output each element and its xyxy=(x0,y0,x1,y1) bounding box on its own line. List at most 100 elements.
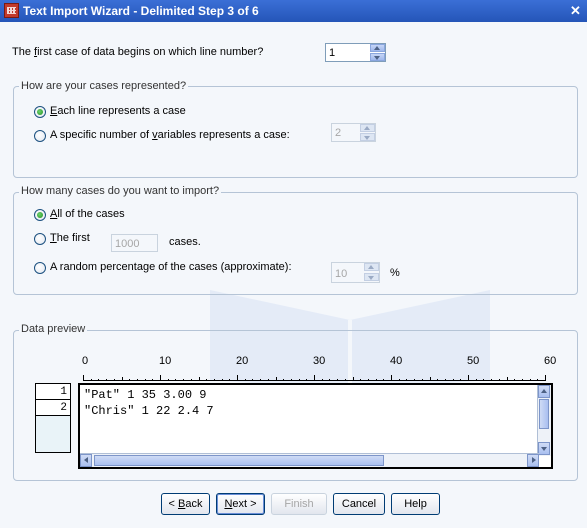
ruler-label: 0 xyxy=(82,355,89,367)
ruler-tick xyxy=(152,379,154,381)
vertical-scroll-thumb[interactable] xyxy=(539,399,549,429)
spin-up-button[interactable] xyxy=(360,124,375,132)
ruler-label: 10 xyxy=(159,355,172,367)
back-button[interactable]: < Back xyxy=(161,493,210,515)
column-ruler: 0 10 20 30 40 50 60 xyxy=(82,355,556,381)
ruler-tick xyxy=(175,379,177,381)
row-number: 1 xyxy=(36,384,70,400)
ruler-tick xyxy=(506,377,508,381)
ruler-tick xyxy=(491,379,493,381)
ruler-tick xyxy=(444,379,446,381)
preview-row: "Pat" 1 35 3.00 9 xyxy=(84,388,207,402)
ruler-tick xyxy=(414,379,416,381)
title-bar: Text Import Wizard - Delimited Step 3 of… xyxy=(0,0,587,22)
ruler-tick xyxy=(406,379,408,381)
specific-variables-label: A specific number of variables represent… xyxy=(50,129,290,141)
random-percentage-value: 10 xyxy=(335,268,348,280)
ruler-tick xyxy=(321,379,323,381)
ruler-tick xyxy=(190,379,192,381)
ruler-tick xyxy=(198,377,200,381)
cases-suffix: cases. xyxy=(169,236,201,248)
ruler-tick xyxy=(144,379,146,381)
ruler-tick xyxy=(113,379,115,381)
ruler-tick xyxy=(352,377,354,381)
all-cases-label: All of the cases xyxy=(50,208,125,220)
ruler-tick xyxy=(329,379,331,381)
first-n-cases-input[interactable]: 1000 xyxy=(111,234,158,252)
first-line-label: The first case of data begins on which l… xyxy=(12,46,264,58)
help-button[interactable]: Help xyxy=(391,493,440,515)
finish-button[interactable]: Finish xyxy=(271,493,327,515)
import-legend: How many cases do you want to import? xyxy=(19,185,222,197)
ruler-label: 20 xyxy=(236,355,249,367)
ruler-tick xyxy=(529,379,531,381)
ruler-label: 60 xyxy=(544,355,557,367)
ruler-tick xyxy=(375,379,377,381)
ruler-tick xyxy=(514,379,516,381)
ruler-label: 30 xyxy=(313,355,326,367)
ruler-tick xyxy=(98,379,100,381)
ruler-tick xyxy=(314,375,315,381)
ruler-tick xyxy=(468,375,469,381)
cancel-button[interactable]: Cancel xyxy=(333,493,385,515)
variables-count-spinner[interactable]: 2 xyxy=(331,123,376,142)
ruler-tick xyxy=(437,379,439,381)
scroll-down-button[interactable] xyxy=(538,442,550,455)
spin-down-button[interactable] xyxy=(364,273,379,281)
horizontal-scroll-thumb[interactable] xyxy=(94,455,384,466)
each-line-label: Each line represents a case xyxy=(50,105,186,117)
spin-up-button[interactable] xyxy=(364,263,379,271)
all-cases-radio[interactable] xyxy=(34,209,46,221)
random-percentage-spinner[interactable]: 10 xyxy=(331,262,380,283)
spin-down-button[interactable] xyxy=(370,53,385,61)
first-n-cases-radio[interactable] xyxy=(34,233,46,245)
ruler-tick xyxy=(545,375,546,381)
scroll-up-button[interactable] xyxy=(538,385,550,398)
cases-legend: How are your cases represented? xyxy=(19,80,189,92)
horizontal-scrollbar[interactable] xyxy=(80,453,539,467)
ruler-tick xyxy=(106,379,108,381)
each-line-radio[interactable] xyxy=(34,106,46,118)
ruler-tick xyxy=(398,379,400,381)
row-number-column: 1 2 xyxy=(35,383,71,453)
variables-count-value: 2 xyxy=(335,127,342,139)
ruler-tick xyxy=(275,377,277,381)
ruler-tick xyxy=(344,379,346,381)
ruler-tick xyxy=(521,379,523,381)
ruler-tick xyxy=(121,377,123,381)
ruler-label: 50 xyxy=(467,355,480,367)
scroll-right-button[interactable] xyxy=(527,454,539,467)
ruler-tick xyxy=(129,379,131,381)
ruler-tick xyxy=(537,379,539,381)
ruler-tick xyxy=(306,379,308,381)
next-button[interactable]: Next > xyxy=(216,493,265,515)
ruler-tick xyxy=(237,375,238,381)
ruler-tick xyxy=(360,379,362,381)
spin-up-button[interactable] xyxy=(370,44,385,52)
spin-down-button[interactable] xyxy=(360,133,375,141)
row-number: 2 xyxy=(36,400,70,416)
spss-table-icon xyxy=(4,3,19,18)
ruler-tick xyxy=(136,379,138,381)
ruler-tick xyxy=(206,379,208,381)
random-percentage-radio[interactable] xyxy=(34,262,46,274)
preview-row: "Chris" 1 22 2.4 7 xyxy=(84,404,214,418)
ruler-tick xyxy=(290,379,292,381)
ruler-tick xyxy=(244,379,246,381)
percent-suffix: % xyxy=(390,267,400,279)
specific-variables-radio[interactable] xyxy=(34,130,46,142)
ruler-tick xyxy=(337,379,339,381)
data-preview-pane[interactable]: "Pat" 1 35 3.00 9 "Chris" 1 22 2.4 7 xyxy=(78,383,553,469)
scroll-left-button[interactable] xyxy=(80,454,92,467)
first-line-spinner[interactable]: 1 xyxy=(325,43,386,62)
ruler-tick xyxy=(90,379,92,381)
close-button[interactable]: ✕ xyxy=(567,2,584,19)
ruler-tick xyxy=(267,379,269,381)
ruler-tick xyxy=(160,375,161,381)
random-percentage-label: A random percentage of the cases (approx… xyxy=(50,261,292,273)
ruler-tick xyxy=(460,379,462,381)
ruler-tick xyxy=(283,379,285,381)
data-preview-legend: Data preview xyxy=(19,323,88,335)
vertical-scrollbar[interactable] xyxy=(537,385,551,456)
ruler-tick xyxy=(213,379,215,381)
